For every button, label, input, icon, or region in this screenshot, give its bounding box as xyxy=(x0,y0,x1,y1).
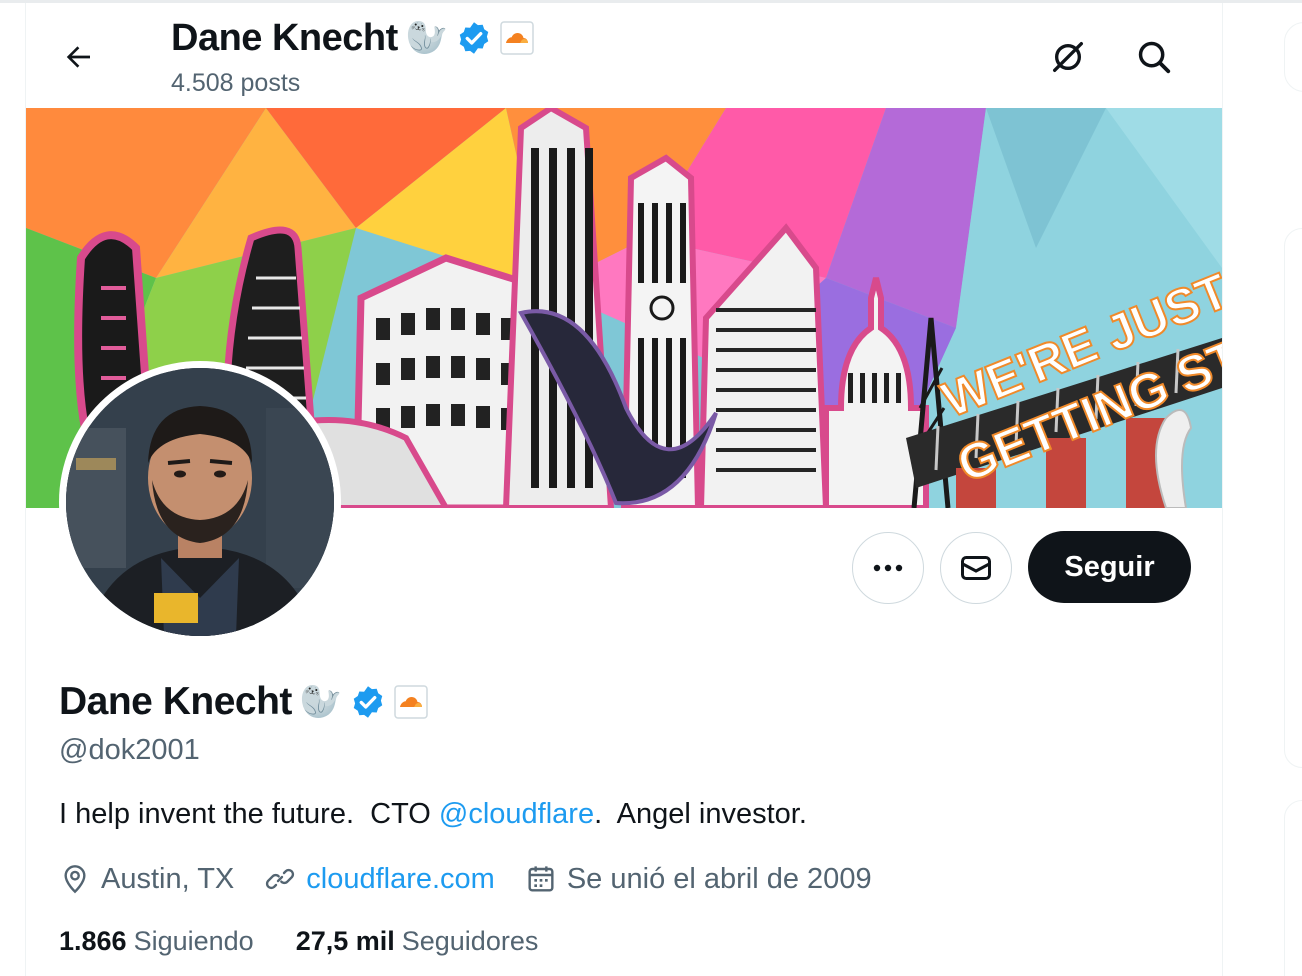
join-date: Se unió el abril de 2009 xyxy=(525,863,872,896)
location-text: Austin, TX xyxy=(101,862,235,895)
message-button[interactable] xyxy=(940,532,1012,604)
search-icon xyxy=(1138,41,1171,74)
location-pin-icon xyxy=(64,865,86,894)
bio-mention-link[interactable]: @cloudflare xyxy=(439,798,594,830)
avatar[interactable] xyxy=(59,361,341,643)
profile-header: Dane Knecht 🦭 4.508 posts xyxy=(26,3,1222,107)
website: cloudflare.com xyxy=(264,863,495,896)
handle: @dok2001 xyxy=(59,734,200,766)
website-link[interactable]: cloudflare.com xyxy=(306,863,495,896)
profile-meta: Austin, TX cloudflare.com Se unió el abr… xyxy=(59,859,902,899)
grok-icon xyxy=(1053,42,1083,73)
sidebar-search-fragment[interactable] xyxy=(1284,22,1302,92)
bio-text-start: I help invent the future. CTO xyxy=(59,798,439,830)
arrow-left-icon xyxy=(66,46,90,68)
bio-text-end: . Angel investor. xyxy=(594,798,807,830)
follow-stats: 1.866 Siguiendo 27,5 mil Seguidores xyxy=(59,921,580,961)
verified-badge-icon[interactable] xyxy=(350,684,386,720)
bio: I help invent the future. CTO @cloudflar… xyxy=(59,798,807,831)
calendar-icon xyxy=(528,866,554,892)
follow-button[interactable]: Seguir xyxy=(1028,531,1191,603)
location: Austin, TX xyxy=(59,863,234,896)
sidebar-card-fragment xyxy=(1284,228,1302,768)
followers-label: Seguidores xyxy=(401,925,539,956)
following-label: Siguiendo xyxy=(133,925,254,956)
post-count: 4.508 posts xyxy=(171,69,301,97)
following-stat[interactable]: 1.866 Siguiendo xyxy=(59,926,254,957)
following-count: 1.866 xyxy=(59,925,127,956)
profile-column: Dane Knecht 🦭 4.508 posts WE'RE JUST Seg… xyxy=(25,3,1223,976)
profile-name-row: Dane Knecht 🦭 xyxy=(59,676,428,728)
header-emoji: 🦭 xyxy=(405,19,449,57)
header-title: Dane Knecht 🦭 xyxy=(171,15,534,61)
avatar-photo xyxy=(66,368,334,636)
header-display-name: Dane Knecht xyxy=(171,16,398,59)
followers-stat[interactable]: 27,5 mil Seguidores xyxy=(296,926,539,957)
envelope-icon xyxy=(961,556,991,580)
verified-badge-icon xyxy=(459,22,489,54)
back-button[interactable] xyxy=(56,35,100,79)
join-date-text: Se unió el abril de 2009 xyxy=(566,862,872,895)
grok-button[interactable] xyxy=(1044,33,1092,81)
cloudflare-logo-icon xyxy=(500,21,534,55)
link-icon xyxy=(266,868,295,890)
search-button[interactable] xyxy=(1130,33,1178,81)
name-emoji: 🦭 xyxy=(299,683,343,721)
more-button[interactable] xyxy=(852,532,924,604)
display-name: Dane Knecht xyxy=(59,680,292,723)
sidebar-card-fragment-2 xyxy=(1284,800,1302,976)
followers-count: 27,5 mil xyxy=(295,925,395,956)
more-icon xyxy=(873,564,903,572)
cloudflare-logo-icon[interactable] xyxy=(394,685,428,719)
